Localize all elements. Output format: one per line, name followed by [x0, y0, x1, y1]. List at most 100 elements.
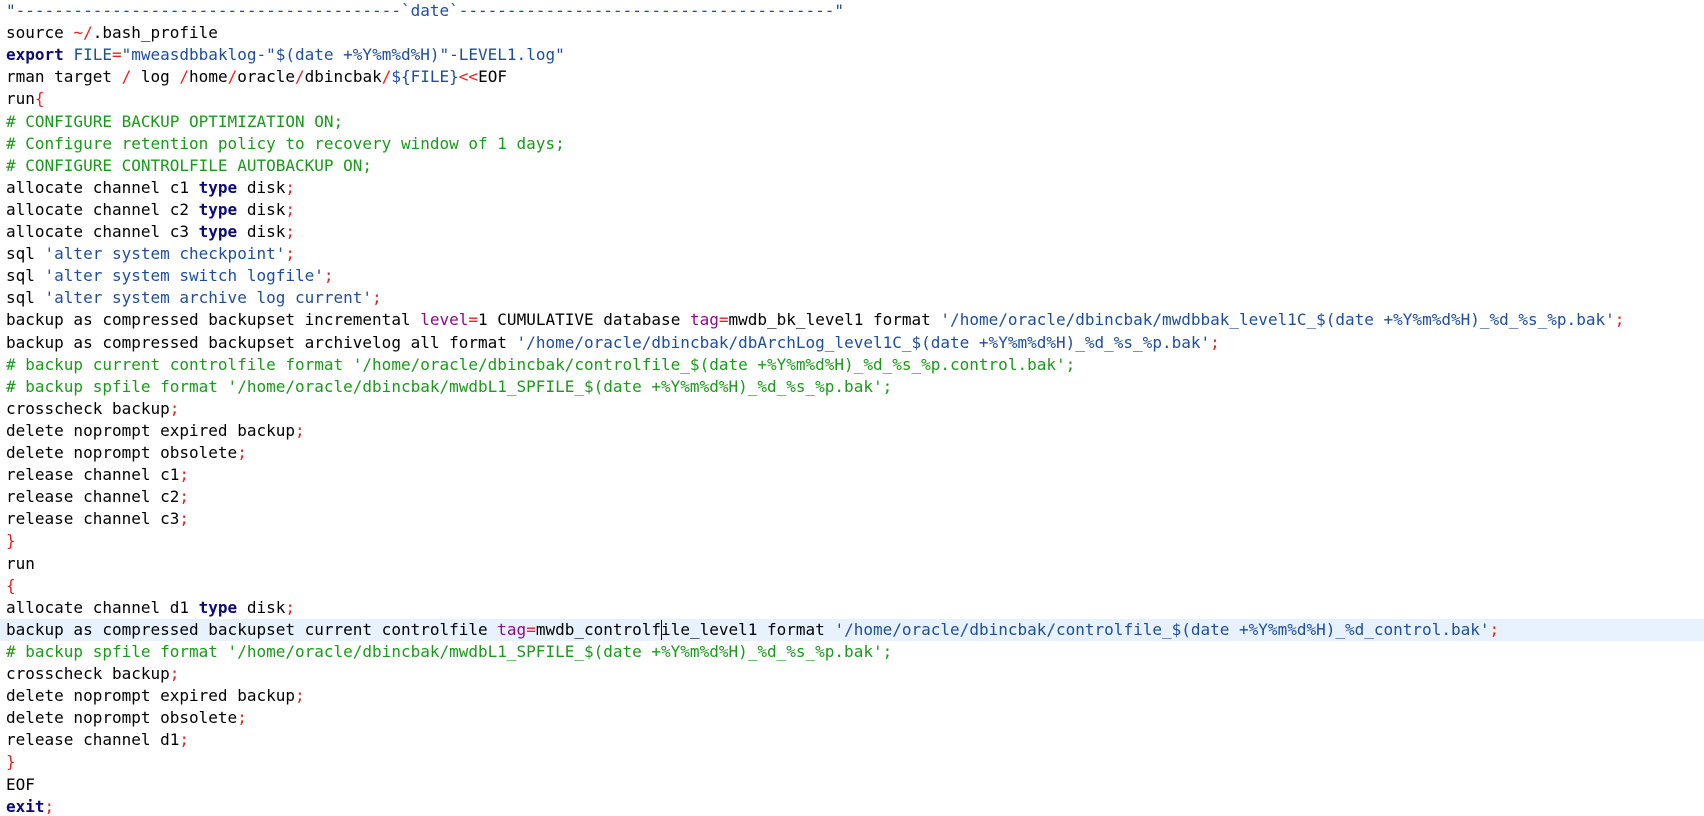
code-token-plain: home [189, 67, 228, 87]
code-token-str: "---------------------------------------… [6, 1, 845, 20]
code-line[interactable]: allocate channel c2 type disk; [0, 199, 1704, 221]
code-token-plain: release channel c3 [6, 509, 180, 529]
code-token-op: { [34, 89, 45, 109]
code-token-op: = [468, 310, 479, 330]
code-line[interactable]: # CONFIGURE CONTROLFILE AUTOBACKUP ON; [0, 155, 1704, 177]
code-line[interactable]: sql 'alter system checkpoint'; [0, 243, 1704, 265]
code-line[interactable]: "---------------------------------------… [0, 0, 1704, 22]
code-line[interactable]: # backup current controlfile format '/ho… [0, 354, 1704, 376]
code-token-var: FILE [73, 45, 112, 65]
code-token-cmt: # backup spfile format '/home/oracle/dbi… [6, 376, 893, 396]
code-token-plain: backup as compressed backupset current c… [6, 619, 498, 639]
code-line[interactable]: EOF [0, 774, 1704, 796]
code-token-plain: log [131, 67, 180, 87]
code-token-plain: delete noprompt obsolete [6, 443, 238, 462]
code-token-op: ; [294, 420, 305, 440]
code-line[interactable]: # CONFIGURE BACKUP OPTIMIZATION ON; [0, 111, 1704, 133]
code-token-op: ; [169, 398, 180, 418]
code-token-plain: sql [6, 266, 45, 286]
code-token-plain: mwdb_controlfile_level1 format [535, 619, 835, 639]
code-token-plain: release channel c2 [6, 487, 180, 507]
code-line[interactable]: backup as compressed backupset archivelo… [0, 332, 1704, 354]
code-token-cmt: # Configure retention policy to recovery… [6, 133, 565, 153]
code-token-plain: run [6, 553, 35, 573]
code-token-plain: sql [6, 244, 45, 264]
code-token-plain: delete noprompt expired backup [6, 686, 295, 706]
code-line[interactable]: run [0, 553, 1704, 575]
code-token-tagkw: tag [689, 310, 719, 330]
code-line[interactable]: } [0, 530, 1704, 552]
code-token-cmt: # CONFIGURE BACKUP OPTIMIZATION ON; [6, 111, 344, 131]
code-line[interactable]: rman target / log /home/oracle/dbincbak/… [0, 66, 1704, 88]
code-line[interactable]: sql 'alter system switch logfile'; [0, 265, 1704, 287]
code-token-str: 'alter system switch logfile' [44, 266, 324, 286]
code-line[interactable]: delete noprompt expired backup; [0, 420, 1704, 442]
code-token-kw: type [198, 199, 238, 219]
code-line[interactable]: release channel c1; [0, 464, 1704, 486]
code-token-cmt: # CONFIGURE CONTROLFILE AUTOBACKUP ON; [6, 155, 373, 175]
code-line[interactable]: delete noprompt obsolete; [0, 442, 1704, 464]
code-token-plain: disk [237, 597, 286, 617]
code-token-op: ; [179, 465, 190, 485]
code-token-op: = [718, 310, 729, 330]
code-line[interactable]: source ~/.bash_profile [0, 22, 1704, 44]
code-line[interactable]: backup as compressed backupset increment… [0, 309, 1704, 331]
code-line[interactable]: exit; [0, 796, 1704, 816]
code-token-kw: type [198, 222, 238, 241]
code-token-cmt: # backup current controlfile format '/ho… [6, 354, 1076, 374]
code-token-op: ; [372, 288, 382, 308]
code-line[interactable]: release channel c2; [0, 486, 1704, 508]
code-line[interactable]: sql 'alter system archive log current'; [0, 287, 1704, 309]
code-token-plain: .bash_profile [92, 23, 218, 43]
code-token-op: ; [294, 686, 305, 706]
code-line[interactable]: # backup spfile format '/home/oracle/dbi… [0, 376, 1704, 398]
code-line[interactable]: allocate channel d1 type disk; [0, 597, 1704, 619]
code-token-plain: backup as compressed backupset increment… [6, 310, 421, 330]
code-token-plain: sql [6, 288, 45, 308]
code-token-plain: oracle [237, 67, 296, 87]
code-token-op: ; [179, 509, 190, 529]
code-line[interactable]: crosscheck backup; [0, 398, 1704, 420]
code-editor[interactable]: "---------------------------------------… [0, 0, 1704, 816]
code-token-op: ; [237, 708, 247, 728]
code-token-plain: run [6, 89, 35, 109]
code-line[interactable]: # backup spfile format '/home/oracle/dbi… [0, 641, 1704, 663]
code-token-op: ; [44, 796, 55, 816]
code-line[interactable]: # Configure retention policy to recovery… [0, 133, 1704, 155]
code-token-op: ; [285, 177, 295, 197]
code-line[interactable]: crosscheck backup; [0, 663, 1704, 685]
code-token-plain: allocate channel d1 [6, 597, 199, 617]
code-token-op: ; [323, 266, 334, 286]
code-line[interactable]: run{ [0, 88, 1704, 110]
code-token-op: ; [285, 244, 295, 264]
code-token-op: = [526, 619, 536, 639]
code-token-plain: allocate channel c1 [6, 177, 199, 197]
code-token-op: / [295, 67, 305, 87]
code-token-op: / [179, 67, 190, 87]
code-line[interactable]: } [0, 751, 1704, 773]
code-token-plain: rman target [6, 67, 122, 87]
code-line[interactable]: allocate channel c3 type disk; [0, 221, 1704, 243]
code-line[interactable]: release channel d1; [0, 729, 1704, 751]
code-token-op: ; [179, 730, 190, 750]
code-token-op: << [458, 67, 479, 87]
code-line[interactable]: delete noprompt obsolete; [0, 707, 1704, 729]
code-token-kw: export [6, 45, 64, 65]
code-token-op: { [6, 575, 16, 595]
code-token-plain: crosscheck backup [6, 398, 170, 418]
code-token-plain: release channel d1 [6, 730, 180, 750]
code-token-plain: disk [237, 222, 286, 241]
code-token-plain: EOF [6, 774, 35, 794]
code-line[interactable]: { [0, 575, 1704, 597]
code-line[interactable]: release channel c3; [0, 508, 1704, 530]
current-code-line[interactable]: backup as compressed backupset current c… [0, 618, 1704, 641]
code-token-str: 'alter system archive log current' [44, 288, 373, 308]
code-line[interactable]: delete noprompt expired backup; [0, 685, 1704, 707]
code-token-plain: release channel c1 [6, 465, 180, 485]
code-line[interactable]: export FILE="mweasdbbaklog-"$(date +%Y%m… [0, 44, 1704, 66]
code-token-plain: allocate channel c3 [6, 222, 199, 241]
code-token-op: ~/ [73, 23, 93, 43]
code-token-plain: delete noprompt expired backup [6, 420, 295, 440]
code-line[interactable]: allocate channel c1 type disk; [0, 177, 1704, 199]
